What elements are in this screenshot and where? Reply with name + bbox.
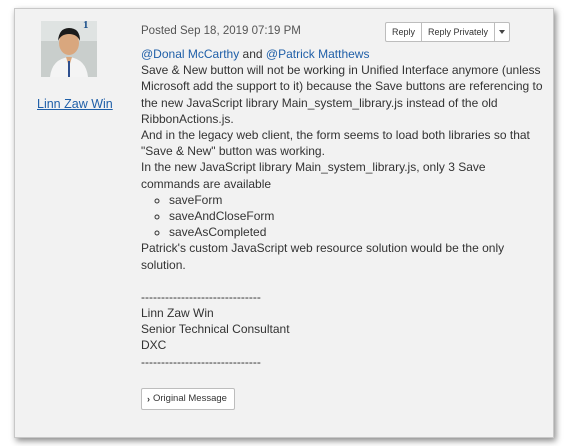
rank-badge: 1 — [83, 19, 89, 31]
message-paragraph-4: Patrick's custom JavaScript web resource… — [141, 241, 505, 272]
list-item: saveAsCompleted — [169, 224, 546, 240]
list-item: saveAndCloseForm — [169, 208, 546, 224]
message-paragraph-2: And in the legacy web client, the form s… — [141, 128, 530, 159]
mention-patrick[interactable]: @Patrick Matthews — [266, 47, 370, 61]
reply-button-group: Reply Reply Privately — [385, 22, 511, 42]
message-paragraph-3: In the new JavaScript library Main_syste… — [141, 160, 486, 191]
signature-title: Senior Technical Consultant — [141, 322, 290, 337]
mention-donal[interactable]: @Donal McCarthy — [141, 47, 239, 61]
avatar[interactable] — [41, 21, 97, 77]
signature-divider-top: ------------------------------ — [141, 289, 261, 304]
save-commands-list: saveForm saveAndCloseForm saveAsComplete… — [141, 192, 546, 241]
caret-down-icon — [499, 30, 506, 34]
more-actions-dropdown[interactable] — [495, 23, 509, 41]
signature-name: Linn Zaw Win — [141, 306, 214, 321]
mention-and: and — [239, 47, 266, 61]
reply-privately-button[interactable]: Reply Privately — [422, 23, 496, 41]
signature-company: DXC — [141, 338, 167, 353]
message-paragraph-1: Save & New button will not be working in… — [141, 63, 543, 126]
chevron-right-icon: › — [147, 394, 150, 404]
avatar-photo-icon — [41, 21, 97, 77]
list-item: saveForm — [169, 192, 546, 208]
post-panel: 1 Linn Zaw Win Posted Sep 18, 2019 07:19… — [14, 8, 554, 438]
message-body: @Donal McCarthy and @Patrick Matthews Sa… — [141, 46, 546, 370]
posted-timestamp: Posted Sep 18, 2019 07:19 PM — [141, 25, 301, 37]
reply-button[interactable]: Reply — [386, 23, 423, 41]
original-message-button[interactable]: › Original Message — [141, 388, 235, 410]
signature-divider-bottom: ------------------------------ — [141, 354, 261, 369]
author-name-link[interactable]: Linn Zaw Win — [37, 97, 137, 111]
mention-line: @Donal McCarthy and @Patrick Matthews — [141, 46, 546, 62]
original-message-label: Original Message — [153, 393, 227, 404]
